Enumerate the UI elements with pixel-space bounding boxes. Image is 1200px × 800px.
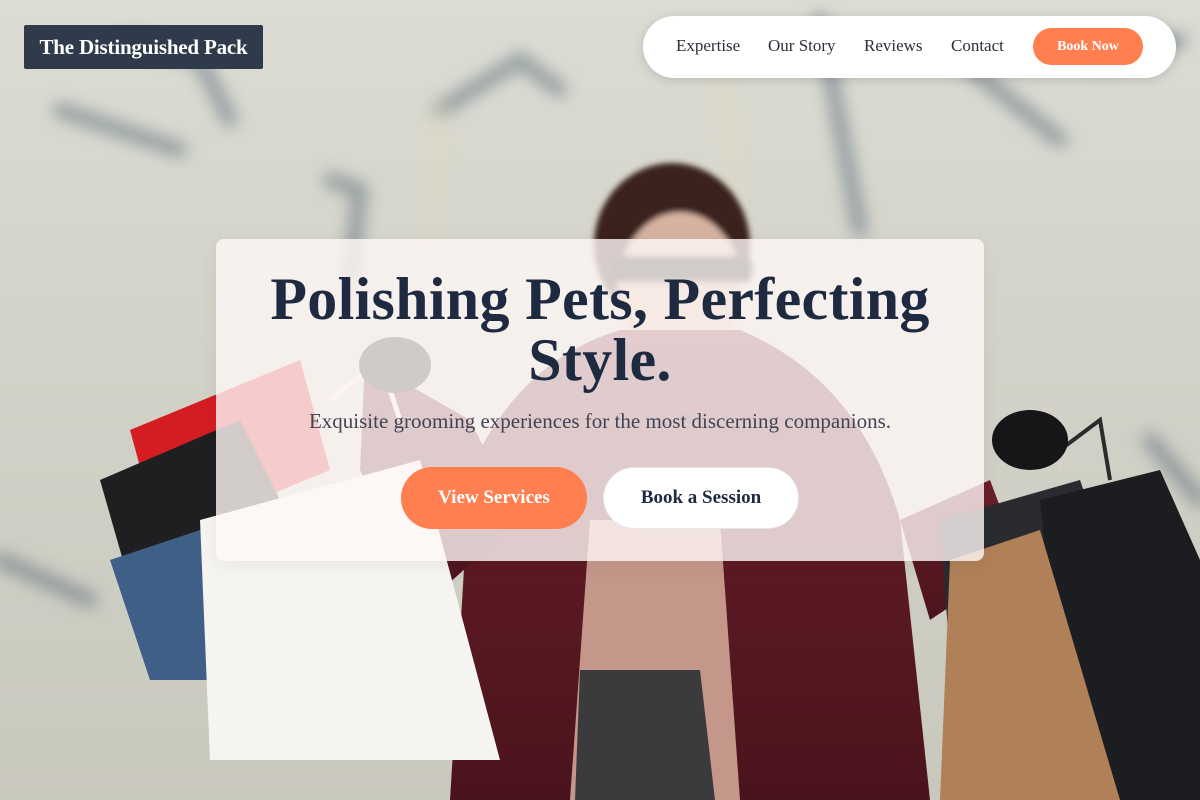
hero-title: Polishing Pets, Perfecting Style. — [270, 266, 930, 393]
book-session-button[interactable]: Book a Session — [603, 467, 799, 529]
nav-link-contact[interactable]: Contact — [951, 36, 1004, 56]
nav-link-expertise[interactable]: Expertise — [676, 36, 740, 56]
brand-name: The Distinguished Pack — [39, 34, 248, 59]
hero-card: Polishing Pets, Perfecting Style. Exquis… — [216, 239, 984, 561]
nav-link-our-story[interactable]: Our Story — [768, 36, 836, 56]
nav-link-reviews[interactable]: Reviews — [864, 36, 923, 56]
book-now-button[interactable]: Book Now — [1033, 28, 1143, 65]
top-navigation: Expertise Our Story Reviews Contact Book… — [643, 16, 1176, 78]
view-services-button[interactable]: View Services — [401, 467, 587, 529]
hero-subtitle: Exquisite grooming experiences for the m… — [308, 409, 892, 433]
brand-logo[interactable]: The Distinguished Pack — [24, 25, 263, 69]
